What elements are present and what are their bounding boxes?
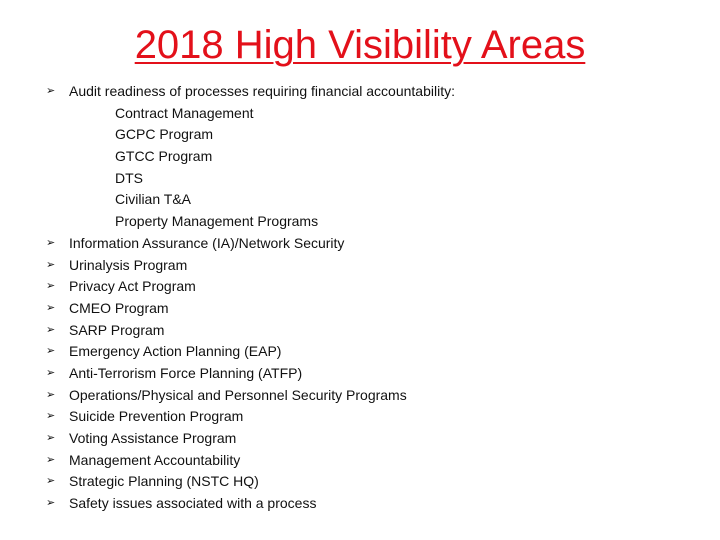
- list-item-text: Information Assurance (IA)/Network Secur…: [69, 234, 345, 251]
- list-item-text: Audit readiness of processes requiring f…: [69, 83, 455, 99]
- arrow-bullet-icon: ➢: [46, 301, 56, 314]
- arrow-bullet-icon: ➢: [46, 345, 56, 358]
- list-item-text: Privacy Act Program: [69, 278, 196, 295]
- arrow-bullet-icon: ➢: [46, 85, 56, 97]
- list-item-text: Anti-Terrorism Force Planning (ATFP): [69, 364, 303, 381]
- list-item-text: Operations/Physical and Personnel Securi…: [69, 386, 407, 403]
- list-item-text: Emergency Action Planning (EAP): [69, 343, 282, 360]
- list-item-text: Suicide Prevention Program: [69, 408, 244, 425]
- list-item-text: SARP Program: [69, 321, 165, 338]
- list-item-text: Civilian T&A: [115, 191, 191, 208]
- list-item-text: Management Accountability: [69, 451, 241, 468]
- list-item-text: GCPC Program: [115, 126, 214, 143]
- arrow-bullet-icon: ➢: [46, 236, 56, 249]
- arrow-bullet-icon: ➢: [46, 258, 56, 271]
- arrow-bullet-icon: ➢: [46, 388, 56, 401]
- arrow-bullet-icon: ➢: [46, 280, 56, 293]
- list-item-text: DTS: [115, 169, 143, 186]
- list-item-text: Voting Assistance Program: [69, 430, 237, 446]
- list-item-text: Property Management Programs: [115, 213, 319, 230]
- list-item-text: Strategic Planning (NSTC HQ): [69, 473, 259, 490]
- arrow-bullet-icon: ➢: [46, 453, 56, 466]
- list-item-text: GTCC Program: [115, 148, 213, 165]
- arrow-bullet-icon: ➢: [46, 475, 56, 488]
- arrow-bullet-icon: ➢: [46, 410, 56, 423]
- list-item-text: CMEO Program: [69, 299, 169, 316]
- list-item-text: Safety issues associated with a process: [69, 495, 317, 512]
- arrow-bullet-icon: ➢: [46, 366, 56, 379]
- slide-title: 2018 High Visibility Areas: [134, 23, 586, 67]
- arrow-bullet-icon: ➢: [46, 323, 56, 336]
- arrow-bullet-icon: ➢: [46, 497, 56, 510]
- list-item-text: Contract Management: [115, 104, 254, 121]
- arrow-bullet-icon: ➢: [46, 432, 56, 444]
- list-item-text: Urinalysis Program: [69, 256, 188, 273]
